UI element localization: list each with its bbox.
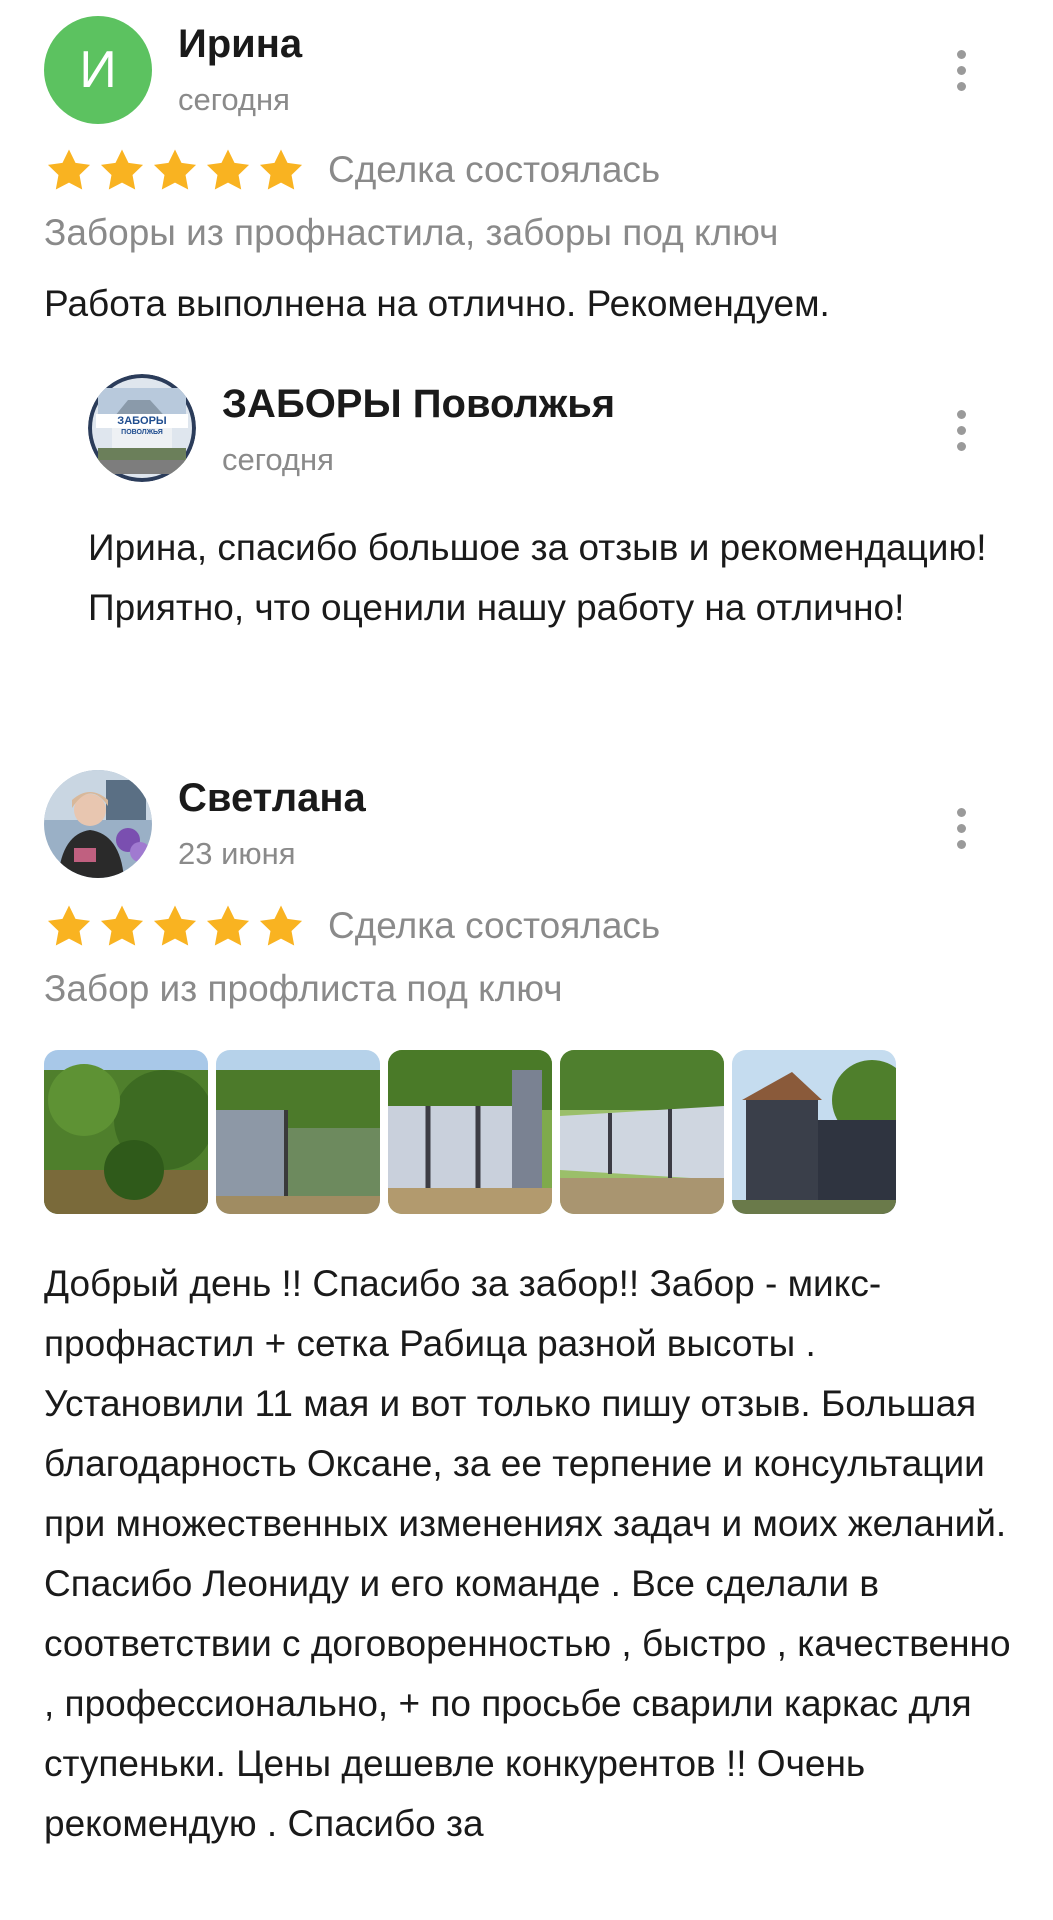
photo-garden <box>44 1050 208 1214</box>
rating-row: Сделка состоялась <box>46 148 660 192</box>
photo-gallery <box>44 1050 896 1214</box>
photo-thumbnail[interactable] <box>44 1050 208 1214</box>
more-vertical-icon <box>956 49 966 59</box>
review-date: сегодня <box>178 82 290 117</box>
star-icon <box>206 905 250 946</box>
svg-text:ЗАБОРЫ: ЗАБОРЫ <box>117 415 167 427</box>
photo-fence-gate <box>388 1050 552 1214</box>
reply-date: сегодня <box>222 442 334 477</box>
review-card: Светлана 23 июня Сделка состоялась Забор… <box>0 760 1053 1920</box>
star-icon <box>47 905 91 946</box>
photo-thumbnail[interactable] <box>216 1050 380 1214</box>
star-icon <box>153 905 197 946</box>
review-text: Добрый день !! Спасибо за забор!! Забор … <box>44 1263 1011 1844</box>
rating-row: Сделка состоялась <box>46 904 660 948</box>
photo-shed <box>732 1050 896 1214</box>
deal-status: Сделка состоялась <box>328 149 661 190</box>
star-icon <box>100 905 144 946</box>
more-options-button[interactable] <box>941 798 981 858</box>
review-date: 23 июня <box>178 836 296 871</box>
avatar-letter: И <box>79 41 117 99</box>
star-icon <box>100 149 144 190</box>
more-options-button[interactable] <box>941 40 981 100</box>
photo-fence-line <box>560 1050 724 1214</box>
service-name: Заборы из профнастила, заборы под ключ <box>44 212 779 253</box>
company-logo: ЗАБОРЫ ПОВОЛЖЬЯ <box>88 374 196 482</box>
review-card: И Ирина сегодня Сделка состоялась Заборы… <box>0 0 1053 628</box>
more-vertical-icon <box>956 807 966 817</box>
star-icon <box>206 149 250 190</box>
reply-more-options-button[interactable] <box>941 400 981 460</box>
review-text: Работа выполнена на отлично. Рекомендуем… <box>44 283 830 324</box>
photo-fence-mesh <box>216 1050 380 1214</box>
more-vertical-icon <box>956 409 966 419</box>
star-icon <box>47 149 91 190</box>
avatar[interactable] <box>44 770 152 878</box>
service-name: Забор из профлиста под ключ <box>44 968 563 1009</box>
user-photo <box>44 770 152 878</box>
star-rating <box>46 148 304 192</box>
seller-avatar[interactable]: ЗАБОРЫ ПОВОЛЖЬЯ <box>88 374 196 482</box>
deal-status: Сделка состоялась <box>328 905 661 946</box>
photo-thumbnail[interactable] <box>560 1050 724 1214</box>
author-name[interactable]: Ирина <box>178 22 302 67</box>
svg-text:ПОВОЛЖЬЯ: ПОВОЛЖЬЯ <box>121 429 163 436</box>
photo-thumbnail[interactable] <box>732 1050 896 1214</box>
avatar[interactable]: И <box>44 16 152 124</box>
author-name[interactable]: Светлана <box>178 776 366 821</box>
photo-thumbnail[interactable] <box>388 1050 552 1214</box>
star-icon <box>259 905 303 946</box>
reply-text: Ирина, спасибо большое за отзыв и рекоме… <box>88 527 987 628</box>
star-icon <box>259 149 303 190</box>
seller-name[interactable]: ЗАБОРЫ Поволжья <box>222 382 615 427</box>
star-icon <box>153 149 197 190</box>
star-rating <box>46 904 304 948</box>
